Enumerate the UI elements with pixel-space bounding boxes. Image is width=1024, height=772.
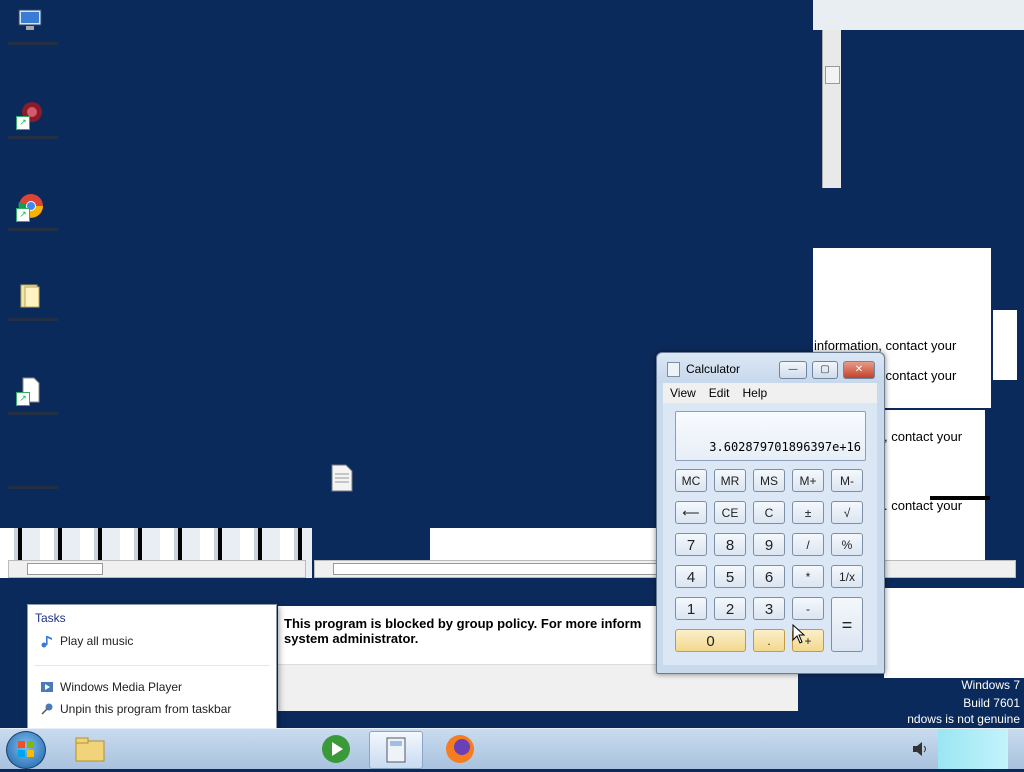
menu-bar: View Edit Help [663, 383, 877, 403]
scrollbar-thumb[interactable] [825, 66, 840, 84]
blocked-text-line: information, contact your [814, 338, 957, 353]
window-remnant [884, 588, 1024, 678]
subtract-button[interactable]: - [792, 597, 824, 620]
mouse-cursor-icon [792, 624, 806, 644]
plus-minus-button[interactable]: ± [792, 501, 824, 524]
mc-button[interactable]: MC [675, 469, 707, 492]
equals-button[interactable]: = [831, 597, 863, 652]
volume-icon[interactable] [912, 741, 930, 757]
digit-7-button[interactable]: 7 [675, 533, 707, 556]
digit-6-button[interactable]: 6 [753, 565, 785, 588]
shortcut-arrow-icon: ↗ [16, 208, 30, 222]
decimal-button[interactable]: . [753, 629, 785, 652]
media-player-icon [41, 682, 53, 692]
build-label: Build 7601 [963, 696, 1020, 710]
taskbar-explorer-button[interactable] [64, 731, 116, 767]
os-version-label: Windows 7 [961, 678, 1020, 692]
percent-button[interactable]: % [831, 533, 863, 556]
jumplist-item-unpin[interactable]: Unpin this program from taskbar [34, 698, 270, 720]
jumplist-item-label: Windows Media Player [60, 680, 183, 694]
background-window-edge [993, 310, 1017, 380]
shortcut-arrow-icon: ↗ [16, 392, 30, 406]
multiply-button[interactable]: * [792, 565, 824, 588]
app-shortcut-icon[interactable] [8, 466, 58, 510]
c-button[interactable]: C [753, 501, 785, 524]
close-button[interactable]: ✕ [843, 361, 875, 379]
reciprocal-button[interactable]: 1/x [831, 565, 863, 588]
window-remnant [430, 528, 656, 562]
message-line: This program is blocked by group policy.… [284, 616, 642, 631]
calculator-icon [667, 362, 680, 377]
start-button[interactable] [6, 731, 46, 769]
digit-4-button[interactable]: 4 [675, 565, 707, 588]
windows-logo-icon [18, 741, 34, 757]
taskbar-firefox-button[interactable] [434, 731, 486, 767]
maximize-button[interactable]: ▢ [812, 361, 838, 379]
network-tool-shortcut-icon[interactable]: ↗ [8, 96, 58, 140]
display-value: 3.602879701896397e+16 [709, 440, 861, 454]
document-shortcut-icon[interactable]: ↗ [8, 372, 58, 416]
blocked-text-line: , contact your [884, 429, 963, 444]
calculator-window: Calculator — ▢ ✕ View Edit Help 3.60287970… [656, 352, 885, 674]
firefox-icon [446, 735, 474, 763]
scrollbar-thumb[interactable] [27, 563, 103, 575]
digit-8-button[interactable]: 8 [714, 533, 746, 556]
taskbar-jump-list: Tasks Play all music Windows Media Playe… [27, 604, 277, 730]
calculator-body: 3.602879701896397e+16 MC MR MS M+ M- ⟵ C… [663, 403, 877, 665]
glitch-bar [930, 496, 990, 500]
show-desktop-area[interactable] [938, 729, 1008, 769]
chrome-shortcut-icon[interactable]: ↗ [8, 188, 58, 232]
music-icon [41, 636, 52, 648]
jumplist-item-label: Play all music [60, 634, 134, 648]
digit-0-button[interactable]: 0 [675, 629, 746, 652]
menu-view[interactable]: View [663, 383, 702, 400]
blocked-text-line: . contact your [884, 498, 963, 513]
message-line: system administrator. [284, 631, 419, 646]
m-plus-button[interactable]: M+ [792, 469, 824, 492]
background-window-titlebar [813, 0, 1024, 30]
vertical-scrollbar[interactable] [822, 30, 841, 188]
desktop: ↗ ↗ ↗ information, contact your informat… [0, 0, 1024, 730]
ms-button[interactable]: MS [753, 469, 785, 492]
text-file-icon[interactable] [330, 464, 354, 492]
calculator-display: 3.602879701896397e+16 [675, 411, 866, 461]
separator [34, 665, 270, 666]
folder-icon [75, 737, 105, 762]
shortcut-arrow-icon: ↗ [16, 116, 30, 130]
scrollbar-thumb[interactable] [333, 563, 665, 575]
ce-button[interactable]: CE [714, 501, 746, 524]
jumplist-item-windows-media-player[interactable]: Windows Media Player [34, 676, 270, 698]
m-minus-button[interactable]: M- [831, 469, 863, 492]
menu-help[interactable]: Help [735, 383, 773, 400]
sqrt-button[interactable]: √ [831, 501, 863, 524]
media-player-icon [322, 735, 350, 763]
jumplist-item-label: Unpin this program from taskbar [60, 702, 232, 716]
jumplist-header: Tasks [35, 611, 66, 625]
taskbar-media-player-button[interactable] [310, 731, 362, 767]
taskbar-calculator-button[interactable] [369, 731, 423, 769]
horizontal-scrollbar[interactable] [8, 560, 306, 578]
window-title: Calculator [686, 362, 741, 376]
mr-button[interactable]: MR [714, 469, 746, 492]
blocked-message-dialog: This program is blocked by group policy.… [278, 606, 658, 666]
folder-icon[interactable] [8, 278, 58, 322]
divide-button[interactable]: / [792, 533, 824, 556]
unpin-icon [41, 703, 53, 715]
digit-3-button[interactable]: 3 [753, 597, 785, 620]
digit-1-button[interactable]: 1 [675, 597, 707, 620]
digit-9-button[interactable]: 9 [753, 533, 785, 556]
genuine-warning-label: ndows is not genuine [907, 712, 1020, 726]
menu-edit[interactable]: Edit [702, 383, 736, 400]
minimize-button[interactable]: — [779, 361, 807, 379]
digit-2-button[interactable]: 2 [714, 597, 746, 620]
jumplist-item-play-all-music[interactable]: Play all music [34, 630, 270, 652]
calculator-icon [386, 737, 406, 763]
computer-icon[interactable] [8, 2, 58, 46]
calculator-titlebar[interactable]: Calculator — ▢ ✕ [657, 353, 884, 383]
backspace-button[interactable]: ⟵ [675, 501, 707, 524]
taskbar [0, 728, 1024, 769]
digit-5-button[interactable]: 5 [714, 565, 746, 588]
